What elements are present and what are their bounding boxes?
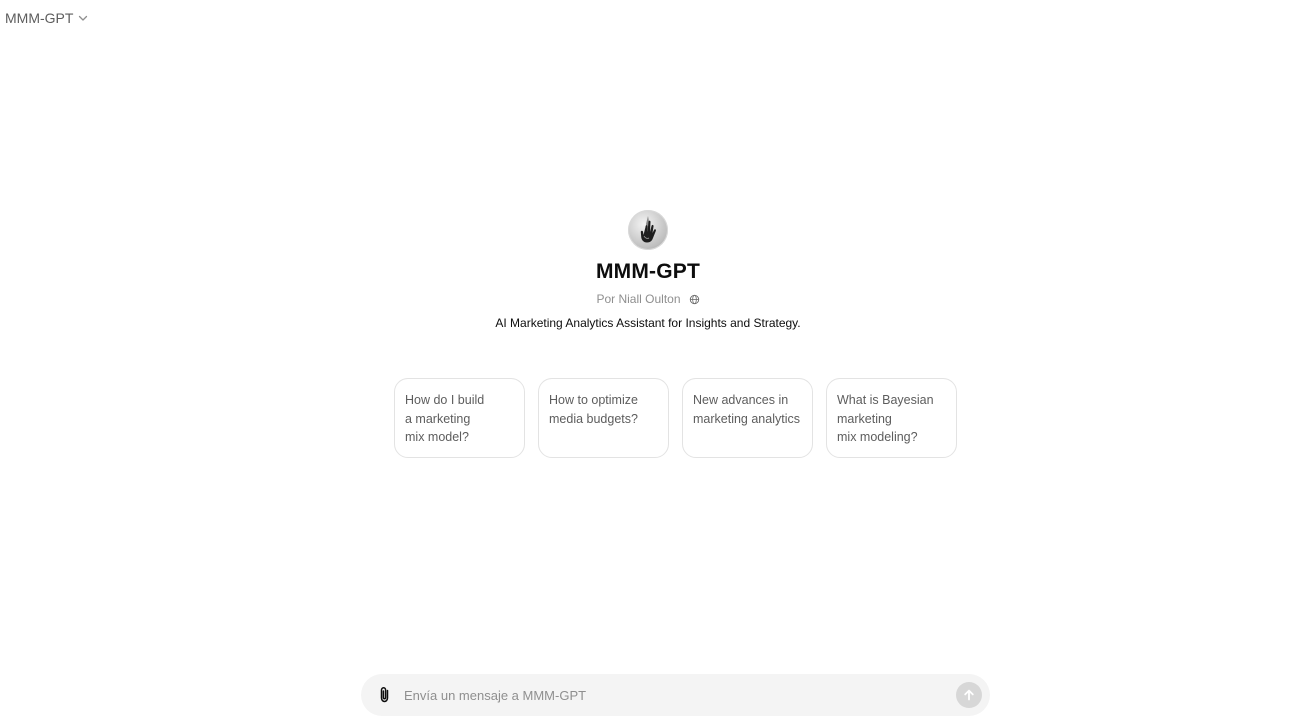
starter-card[interactable]: How to optimize media budgets?: [538, 378, 669, 458]
globe-icon[interactable]: [689, 294, 700, 305]
chevron-down-icon: [77, 12, 89, 24]
gpt-description: AI Marketing Analytics Assistant for Ins…: [495, 316, 801, 330]
message-composer: [361, 674, 990, 716]
arrow-up-icon: [964, 689, 974, 701]
message-input[interactable]: [404, 687, 956, 703]
gpt-intro: MMM-GPT Por Niall Oulton AI Marketing An…: [0, 210, 1296, 330]
gpt-byline: Por Niall Oulton: [596, 292, 699, 306]
starter-card[interactable]: What is Bayesian marketing mix modeling?: [826, 378, 957, 458]
author-text: Por Niall Oulton: [596, 292, 681, 306]
gpt-title: MMM-GPT: [595, 260, 701, 283]
attach-button[interactable]: [374, 684, 396, 706]
paperclip-icon: [380, 687, 389, 703]
gpt-avatar: [628, 210, 668, 250]
hand-logo-icon: [640, 216, 656, 243]
conversation-starters: How do I build a marketing mix model? Ho…: [394, 378, 957, 458]
model-name: MMM-GPT: [5, 10, 74, 26]
starter-card[interactable]: New advances in marketing analytics: [682, 378, 813, 458]
model-selector[interactable]: MMM-GPT: [5, 10, 89, 26]
starter-card[interactable]: How do I build a marketing mix model?: [394, 378, 525, 458]
send-button[interactable]: [956, 682, 982, 708]
